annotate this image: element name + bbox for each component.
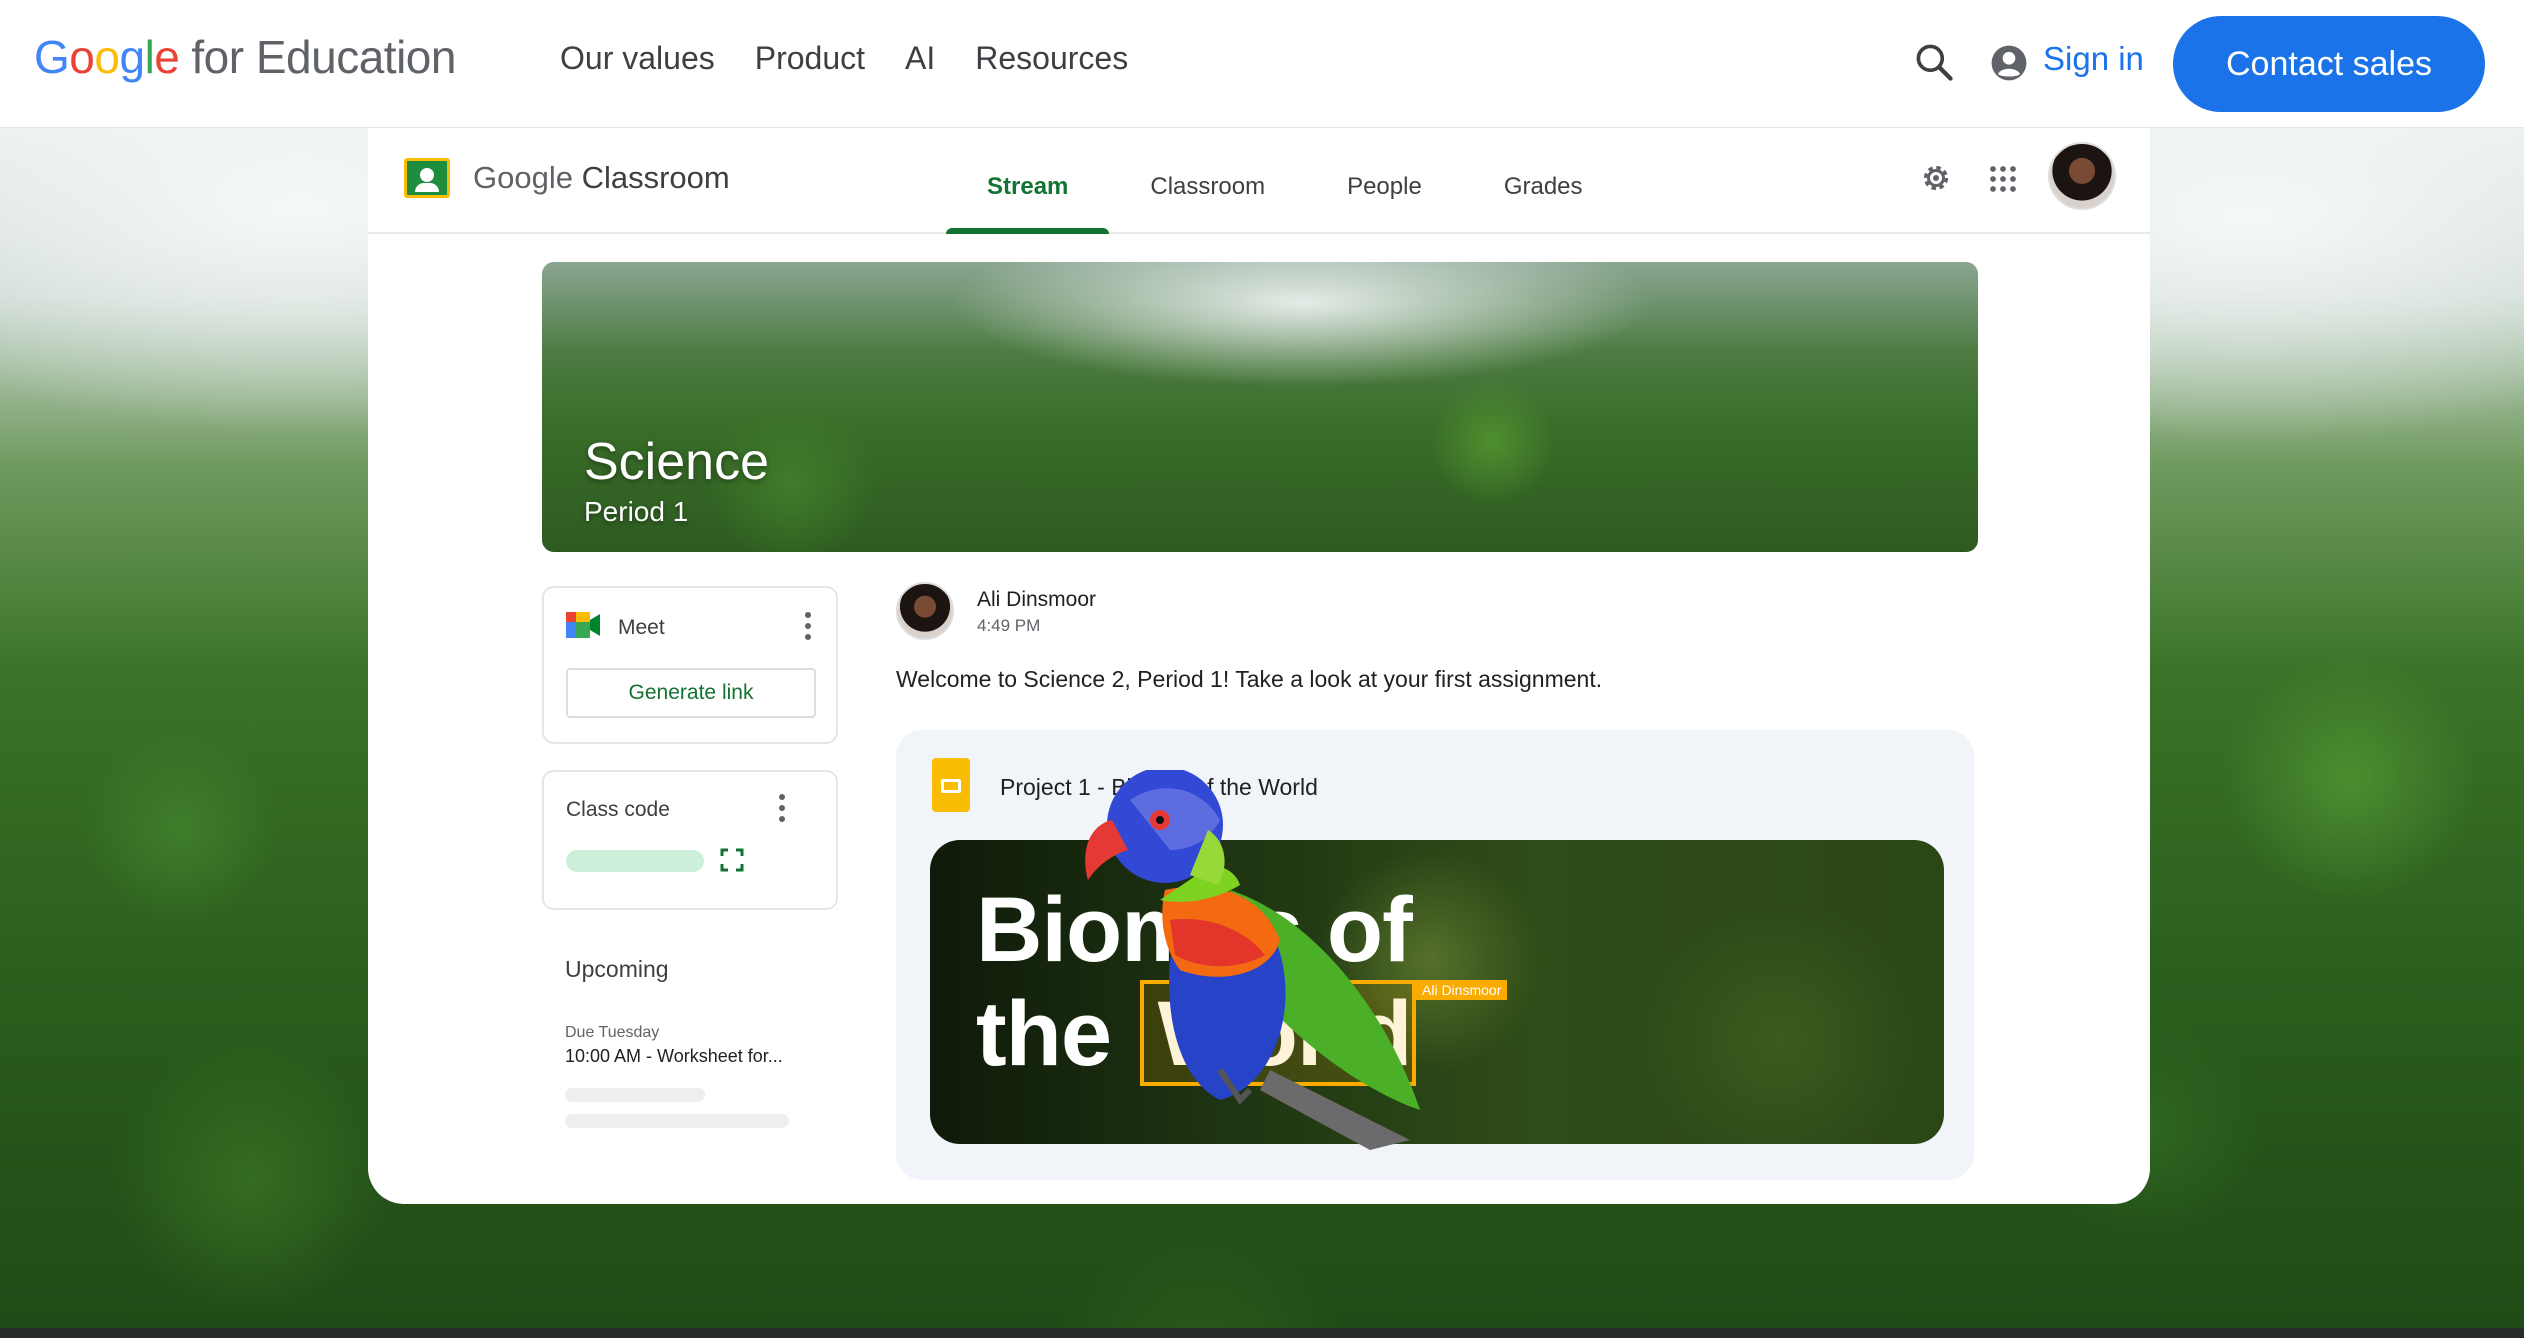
gear-icon[interactable]: [1918, 160, 1954, 196]
placeholder-line: [565, 1088, 705, 1102]
classroom-logo-icon: [404, 158, 450, 198]
post-author-avatar: [896, 582, 954, 640]
site-header: Google for Education Our values Product A…: [0, 0, 2524, 128]
post-text: Welcome to Science 2, Period 1! Take a l…: [896, 666, 1603, 692]
generate-link-button[interactable]: Generate link: [566, 668, 816, 718]
classroom-header: Google Classroom Stream Classroom People…: [368, 128, 2150, 234]
meet-card: Meet Generate link: [542, 586, 838, 744]
class-code-more-icon[interactable]: [778, 794, 786, 824]
apps-grid-icon[interactable]: [1988, 164, 2018, 194]
search-icon[interactable]: [1912, 40, 1956, 84]
slides-icon: [932, 758, 970, 812]
nav-ai[interactable]: AI: [905, 40, 935, 77]
assignment-attachment[interactable]: Project 1 - Biomes of the World Biomes o…: [896, 730, 1974, 1180]
tab-grades[interactable]: Grades: [1463, 128, 1624, 232]
class-code-card: Class code: [542, 770, 838, 910]
upcoming-item[interactable]: 10:00 AM - Worksheet for...: [565, 1046, 783, 1067]
classroom-app-title: Google Classroom: [473, 160, 730, 195]
bottom-strip: [0, 1328, 2524, 1338]
class-period: Period 1: [584, 496, 689, 527]
nav-product[interactable]: Product: [755, 40, 865, 77]
tab-classroom[interactable]: Classroom: [1109, 128, 1306, 232]
post-author: Ali Dinsmoor: [977, 588, 1097, 611]
placeholder-line: [565, 1114, 789, 1128]
class-title: Science: [584, 433, 769, 491]
expand-icon[interactable]: [720, 848, 744, 872]
upcoming-due: Due Tuesday: [565, 1024, 660, 1041]
meet-icon: [566, 612, 600, 638]
user-avatar[interactable]: [2048, 142, 2116, 210]
classroom-tabs: Stream Classroom People Grades: [946, 128, 1624, 234]
sign-in-link[interactable]: Sign in: [2043, 40, 2144, 78]
class-banner: Science Period 1: [542, 262, 1978, 552]
tab-stream[interactable]: Stream: [946, 128, 1110, 234]
contact-sales-button[interactable]: Contact sales: [2173, 16, 2485, 112]
nav-our-values[interactable]: Our values: [560, 40, 715, 77]
nav-resources[interactable]: Resources: [975, 40, 1128, 77]
account-icon[interactable]: [1990, 44, 2028, 82]
parrot-illustration: [1085, 770, 1420, 1150]
post-time: 4:49 PM: [977, 616, 1041, 635]
google-for-education-logo[interactable]: Google for Education: [34, 30, 456, 84]
upcoming-title: Upcoming: [565, 956, 669, 982]
tab-people[interactable]: People: [1306, 128, 1463, 232]
meet-more-icon[interactable]: [804, 612, 812, 642]
main-nav: Our values Product AI Resources: [560, 40, 1128, 77]
class-code-value: [566, 850, 704, 872]
